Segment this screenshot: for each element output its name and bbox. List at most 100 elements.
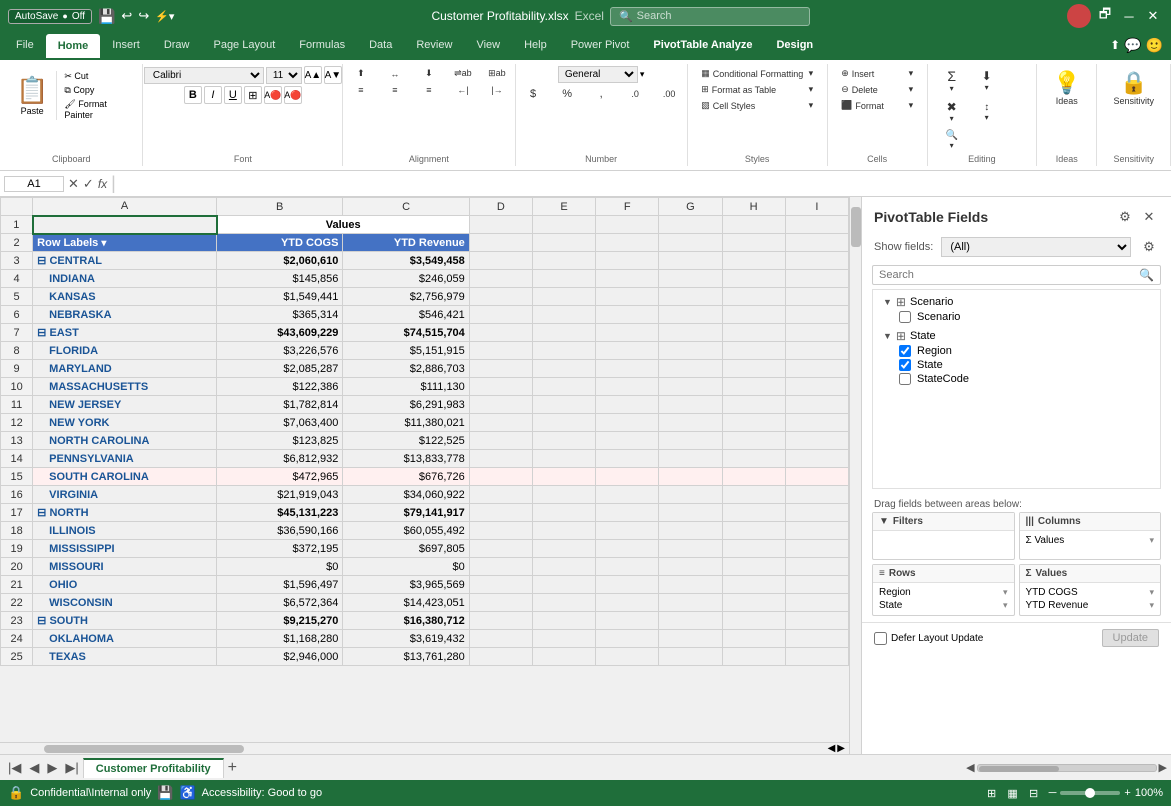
cell-a21[interactable]: OHIO xyxy=(33,576,217,594)
cell-i2[interactable] xyxy=(785,234,848,252)
cell-b15[interactable]: $472,965 xyxy=(217,468,343,486)
cell-b10[interactable]: $122,386 xyxy=(217,378,343,396)
cell-a3[interactable]: ⊟ CENTRAL xyxy=(33,252,217,270)
cell-b1-merged[interactable]: Values xyxy=(217,216,470,234)
cell-c13[interactable]: $122,525 xyxy=(343,432,469,450)
zoom-slider[interactable] xyxy=(1060,791,1120,795)
h-scroll-thumb[interactable] xyxy=(44,745,244,753)
row-state-dropdown-icon[interactable]: ▾ xyxy=(1003,600,1008,611)
clear-button[interactable]: ✖▾ xyxy=(936,98,968,125)
align-center-button[interactable]: ≡ xyxy=(379,83,411,97)
col-header-b[interactable]: B xyxy=(217,198,343,216)
delete-cells-button[interactable]: ⊖ Delete ▾ xyxy=(837,82,917,97)
fill-button[interactable]: ⬇▾ xyxy=(971,66,1003,95)
cell-a11[interactable]: NEW JERSEY xyxy=(33,396,217,414)
update-button[interactable]: Update xyxy=(1102,629,1159,647)
cell-b21[interactable]: $1,596,497 xyxy=(217,576,343,594)
cell-a17[interactable]: ⊟ NORTH xyxy=(33,504,217,522)
cell-c3[interactable]: $3,549,458 xyxy=(343,252,469,270)
scenario-checkbox[interactable] xyxy=(899,311,911,323)
cell-c9[interactable]: $2,886,703 xyxy=(343,360,469,378)
autosum-button[interactable]: Σ▾ xyxy=(936,66,968,95)
cell-c17[interactable]: $79,141,917 xyxy=(343,504,469,522)
h-scrollbar-thumb[interactable] xyxy=(979,766,1059,772)
cut-button[interactable]: ✂ Cut xyxy=(61,70,130,83)
cell-b11[interactable]: $1,782,814 xyxy=(217,396,343,414)
cell-styles-button[interactable]: ▧ Cell Styles ▾ xyxy=(697,98,817,113)
sheet-scroll-container[interactable]: A B C D E F G H I 1 xyxy=(0,197,849,742)
cell-c25[interactable]: $13,761,280 xyxy=(343,648,469,666)
sheet-tab-customer-profitability[interactable]: Customer Profitability xyxy=(83,758,224,778)
vertical-scrollbar[interactable] xyxy=(849,197,861,754)
col-header-g[interactable]: G xyxy=(659,198,722,216)
copy-button[interactable]: ⧉ Copy xyxy=(61,84,130,97)
format-painter-button[interactable]: 🖌 Format Painter xyxy=(61,98,130,121)
cell-b9[interactable]: $2,085,287 xyxy=(217,360,343,378)
cell-f2[interactable] xyxy=(596,234,659,252)
cell-b25[interactable]: $2,946,000 xyxy=(217,648,343,666)
value-cogs-dropdown-icon[interactable]: ▾ xyxy=(1149,587,1154,598)
undo-icon[interactable]: ↩ xyxy=(121,8,132,24)
tab-scroll-right[interactable]: ▶ xyxy=(1159,761,1167,774)
h-scrollbar-track[interactable] xyxy=(977,764,1157,772)
cell-a16[interactable]: VIRGINIA xyxy=(33,486,217,504)
zoom-level[interactable]: 100% xyxy=(1135,787,1163,799)
tab-scroll-left[interactable]: ◀ xyxy=(966,761,974,774)
pivot-settings-icon[interactable]: ⚙ xyxy=(1139,237,1159,257)
cell-a7[interactable]: ⊟ EAST xyxy=(33,324,217,342)
field-group-scenario-header[interactable]: ▼ ⊞ Scenario xyxy=(883,294,1150,310)
cell-c4[interactable]: $246,059 xyxy=(343,270,469,288)
cell-b19[interactable]: $372,195 xyxy=(217,540,343,558)
cell-c12[interactable]: $11,380,021 xyxy=(343,414,469,432)
cell-a23[interactable]: ⊟ SOUTH xyxy=(33,612,217,630)
customize-icon[interactable]: ⚡▾ xyxy=(155,10,174,23)
cell-c5[interactable]: $2,756,979 xyxy=(343,288,469,306)
save-icon[interactable]: 💾 xyxy=(98,8,115,25)
underline-button[interactable]: U xyxy=(224,86,242,104)
align-right-button[interactable]: ≡ xyxy=(413,83,445,97)
tab-home[interactable]: Home xyxy=(46,34,101,58)
percent-button[interactable]: % xyxy=(551,86,583,102)
tab-design[interactable]: Design xyxy=(764,33,825,57)
minimize-button[interactable]: ─ xyxy=(1119,6,1139,26)
row-region-dropdown-icon[interactable]: ▾ xyxy=(1003,587,1008,598)
col-header-d[interactable]: D xyxy=(469,198,532,216)
decrease-decimal-button[interactable]: .0 xyxy=(619,86,651,102)
cell-c21[interactable]: $3,965,569 xyxy=(343,576,469,594)
cell-a24[interactable]: OKLAHOMA xyxy=(33,630,217,648)
border-button[interactable]: ⊞ xyxy=(244,86,262,104)
format-cells-button[interactable]: ⬛ Format ▾ xyxy=(837,98,917,113)
align-middle-button[interactable]: ↔ xyxy=(379,66,411,81)
cell-f1[interactable] xyxy=(596,216,659,234)
col-header-f[interactable]: F xyxy=(596,198,659,216)
number-format-chevron[interactable]: ▾ xyxy=(640,69,645,80)
cell-b17[interactable]: $45,131,223 xyxy=(217,504,343,522)
zoom-plus-button[interactable]: + xyxy=(1124,787,1130,799)
cell-a9[interactable]: MARYLAND xyxy=(33,360,217,378)
cell-g1[interactable] xyxy=(659,216,722,234)
cell-b14[interactable]: $6,812,932 xyxy=(217,450,343,468)
cell-b4[interactable]: $145,856 xyxy=(217,270,343,288)
sheet-nav-next[interactable]: ▶ xyxy=(43,760,61,776)
cell-a5[interactable]: KANSAS xyxy=(33,288,217,306)
h-scroll-left-icon[interactable]: ◀ xyxy=(828,743,836,754)
cell-c10[interactable]: $111,130 xyxy=(343,378,469,396)
cell-a15[interactable]: SOUTH CAROLINA xyxy=(33,468,217,486)
wrap-text-button[interactable]: ⇌ab xyxy=(447,66,479,81)
search-box[interactable]: 🔍 Search xyxy=(610,7,810,26)
profile-icon[interactable] xyxy=(1067,4,1091,28)
field-group-state-header[interactable]: ▼ ⊞ State xyxy=(883,328,1150,344)
cell-c11[interactable]: $6,291,983 xyxy=(343,396,469,414)
pivot-area-filters-content[interactable] xyxy=(873,531,1014,559)
value-revenue-dropdown-icon[interactable]: ▾ xyxy=(1149,600,1154,611)
cell-d2[interactable] xyxy=(469,234,532,252)
defer-checkbox[interactable] xyxy=(874,632,887,645)
cell-e2[interactable] xyxy=(532,234,595,252)
state-checkbox[interactable] xyxy=(899,359,911,371)
merge-center-button[interactable]: ⊞ab xyxy=(481,66,513,81)
ribbon-comment-icon[interactable]: 💬 xyxy=(1124,37,1141,54)
align-bottom-button[interactable]: ⬇ xyxy=(413,66,445,81)
sensitivity-button[interactable]: 🔒 Sensitivity xyxy=(1105,66,1162,110)
h-scroll-right-icon[interactable]: ▶ xyxy=(837,743,845,754)
statecode-checkbox[interactable] xyxy=(899,373,911,385)
